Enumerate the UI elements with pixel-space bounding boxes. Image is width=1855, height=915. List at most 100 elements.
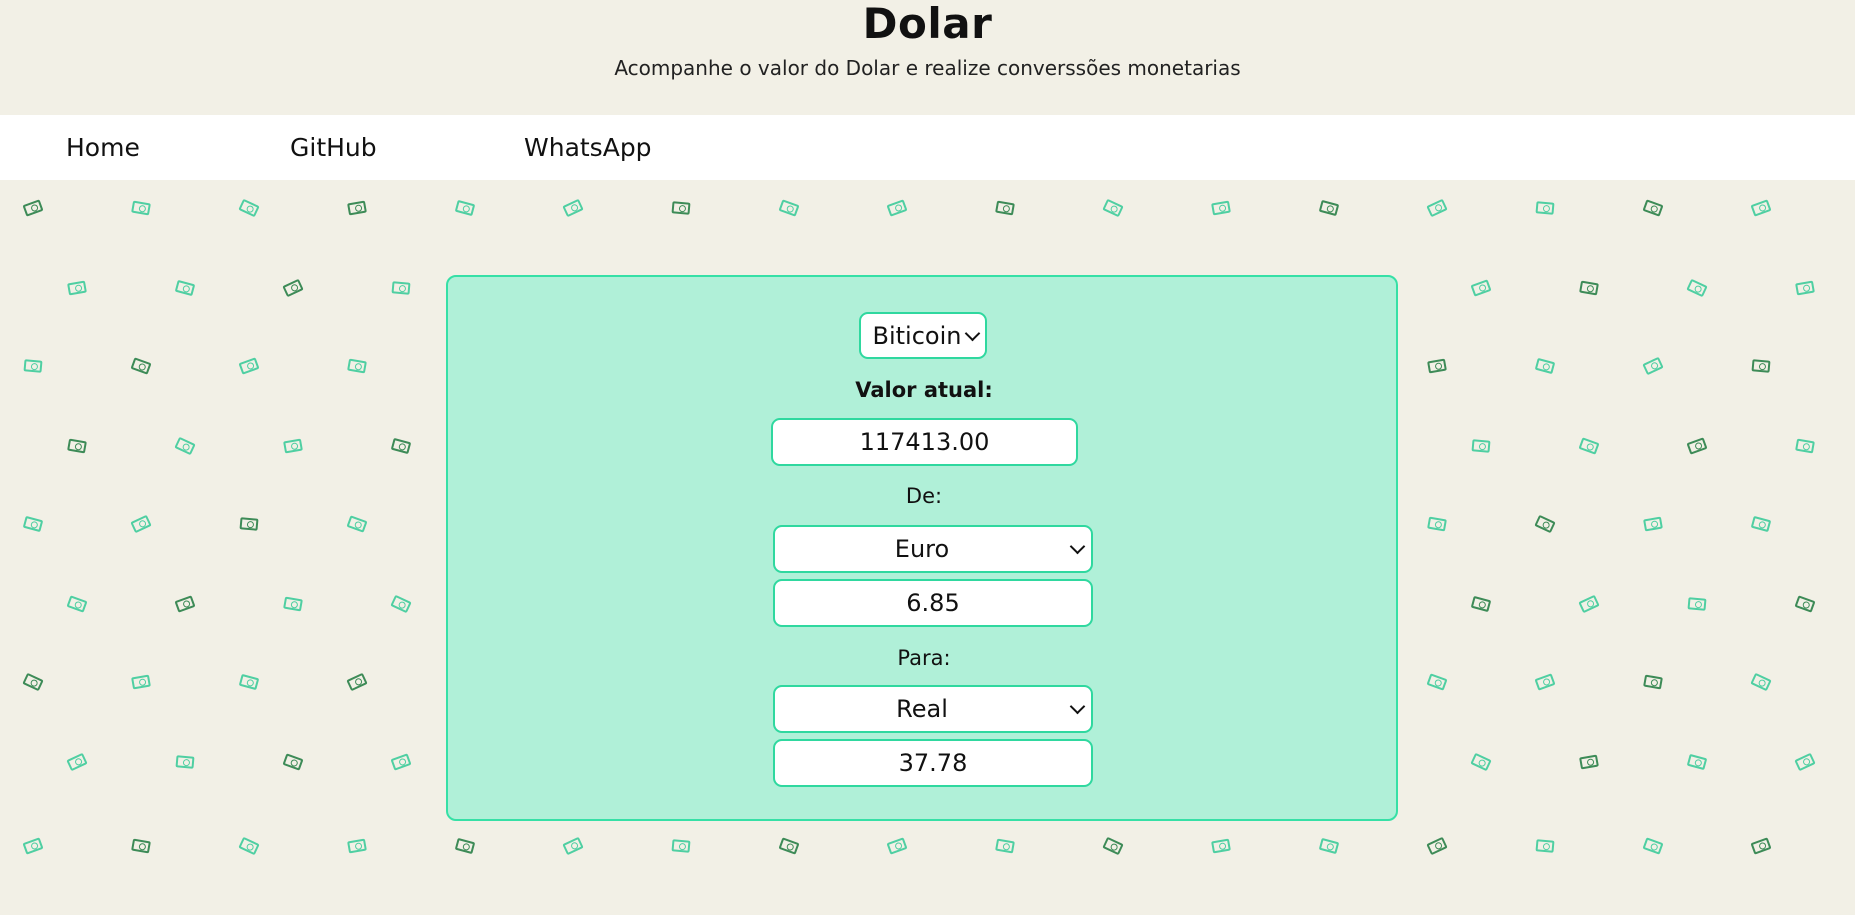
- money-bill-icon: [1535, 839, 1555, 853]
- currency-select[interactable]: Biticoin: [859, 312, 987, 359]
- money-bill-icon: [778, 199, 800, 217]
- money-bill-icon: [23, 359, 43, 373]
- money-bill-icon: [1427, 516, 1447, 532]
- money-bill-icon: [1318, 199, 1340, 217]
- money-bill-icon: [1535, 201, 1555, 215]
- money-bill-icon: [1426, 836, 1448, 856]
- money-bill-icon: [1102, 836, 1124, 856]
- money-bill-icon: [562, 836, 584, 856]
- money-bill-icon: [238, 357, 260, 375]
- money-bill-icon: [346, 672, 368, 692]
- money-bill-icon: [671, 839, 691, 853]
- money-bill-icon: [1578, 437, 1600, 455]
- money-bill-icon: [671, 201, 691, 215]
- money-bill-icon: [886, 199, 908, 217]
- nav-github-link[interactable]: GitHub: [290, 115, 377, 180]
- money-bill-icon: [1426, 198, 1448, 218]
- money-bill-icon: [1795, 438, 1815, 454]
- nav-whatsapp-link[interactable]: WhatsApp: [524, 115, 652, 180]
- money-bill-icon: [1211, 200, 1231, 216]
- money-bill-icon: [1750, 199, 1772, 217]
- money-bill-icon: [1643, 674, 1663, 690]
- money-bill-icon: [1427, 358, 1447, 374]
- page-title: Dolar: [862, 0, 993, 48]
- money-bill-icon: [1642, 837, 1664, 855]
- money-bill-icon: [66, 595, 88, 613]
- money-bill-icon: [1534, 673, 1556, 691]
- top-navigation: Home GitHub WhatsApp: [0, 115, 1855, 180]
- money-bill-icon: [131, 200, 151, 216]
- money-bill-icon: [1470, 279, 1492, 297]
- money-bill-icon: [239, 517, 259, 531]
- current-value-input[interactable]: [771, 418, 1078, 466]
- money-bill-icon: [995, 838, 1015, 854]
- money-bill-icon: [1686, 753, 1708, 771]
- currency-select-wrapper[interactable]: Biticoin: [859, 312, 987, 359]
- money-bill-icon: [1470, 752, 1492, 772]
- money-bill-icon: [238, 673, 260, 691]
- money-bill-icon: [347, 358, 367, 374]
- money-bill-icon: [1579, 280, 1599, 296]
- money-bill-icon: [1102, 198, 1124, 218]
- money-bill-icon: [1794, 752, 1816, 772]
- from-currency-wrapper[interactable]: Euro: [773, 525, 1093, 573]
- money-bill-icon: [1686, 278, 1708, 298]
- money-bill-icon: [283, 438, 303, 454]
- money-bill-icon: [1687, 597, 1707, 611]
- page-header: Dolar Acompanhe o valor do Dolar e reali…: [0, 0, 1855, 115]
- money-bill-icon: [390, 753, 412, 771]
- money-bill-icon: [1795, 280, 1815, 296]
- money-bill-icon: [1579, 754, 1599, 770]
- money-bill-icon: [1751, 359, 1771, 373]
- money-bill-icon: [130, 514, 152, 534]
- money-bill-icon: [1534, 357, 1556, 375]
- money-bill-icon: [238, 198, 260, 218]
- money-bill-icon: [1642, 356, 1664, 376]
- money-bill-icon: [1750, 837, 1772, 855]
- money-bill-icon: [1750, 515, 1772, 533]
- money-bill-icon: [995, 200, 1015, 216]
- money-bill-icon: [1318, 837, 1340, 855]
- to-label: Para:: [897, 646, 951, 670]
- nav-home-link[interactable]: Home: [66, 115, 140, 180]
- to-amount-input[interactable]: [773, 739, 1093, 787]
- money-bill-icon: [282, 278, 304, 298]
- money-bill-icon: [67, 438, 87, 454]
- to-currency-select[interactable]: Real: [773, 685, 1093, 733]
- money-bill-icon: [454, 199, 476, 217]
- money-bill-icon: [1426, 673, 1448, 691]
- money-bill-icon: [1534, 514, 1556, 534]
- money-bill-icon: [347, 838, 367, 854]
- money-bill-icon: [1642, 199, 1664, 217]
- money-bill-icon: [282, 753, 304, 771]
- money-bill-icon: [778, 837, 800, 855]
- money-bill-icon: [174, 279, 196, 297]
- from-currency-select[interactable]: Euro: [773, 525, 1093, 573]
- money-bill-icon: [174, 595, 196, 613]
- money-bill-icon: [390, 437, 412, 455]
- money-bill-icon: [131, 674, 151, 690]
- money-bill-icon: [22, 199, 44, 217]
- money-bill-icon: [66, 752, 88, 772]
- money-bill-icon: [1794, 595, 1816, 613]
- money-bill-icon: [67, 280, 87, 296]
- money-bill-icon: [886, 837, 908, 855]
- converter-panel: Biticoin Valor atual: De: Euro Para: Rea…: [446, 275, 1398, 821]
- money-bill-icon: [130, 357, 152, 375]
- from-amount-input[interactable]: [773, 579, 1093, 627]
- current-value-label: Valor atual:: [855, 378, 993, 402]
- money-bill-icon: [1470, 595, 1492, 613]
- money-bill-icon: [131, 838, 151, 854]
- to-currency-wrapper[interactable]: Real: [773, 685, 1093, 733]
- money-bill-icon: [454, 837, 476, 855]
- money-bill-icon: [1471, 439, 1491, 453]
- from-label: De:: [905, 484, 943, 508]
- money-bill-icon: [346, 515, 368, 533]
- money-bill-icon: [283, 596, 303, 612]
- money-bill-icon: [1643, 516, 1663, 532]
- money-bill-icon: [347, 200, 367, 216]
- money-bill-icon: [175, 755, 195, 769]
- money-bill-icon: [238, 836, 260, 856]
- money-bill-icon: [1578, 594, 1600, 614]
- money-bill-icon: [22, 515, 44, 533]
